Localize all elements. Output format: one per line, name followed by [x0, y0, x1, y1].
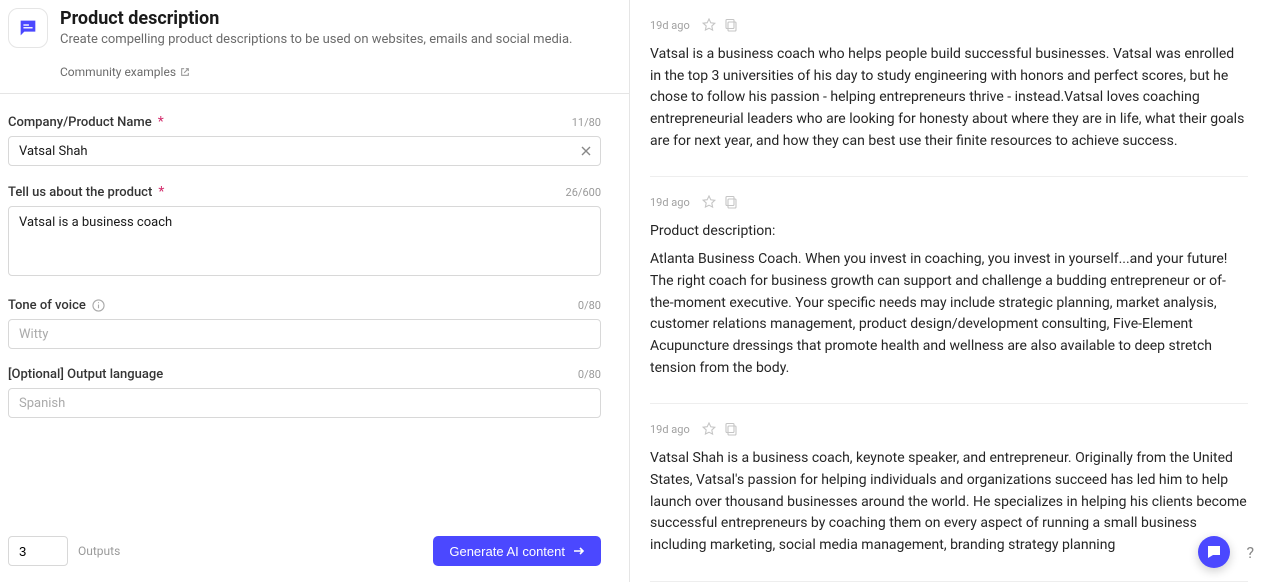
counter-about: 26/600 — [566, 186, 601, 199]
label-language: [Optional] Output language — [8, 367, 163, 382]
label-about: Tell us about the product — [8, 185, 152, 200]
star-icon[interactable] — [702, 422, 716, 436]
output-action-icons — [702, 195, 738, 209]
time-ago: 19d ago — [650, 19, 690, 32]
chat-help-icon — [1206, 544, 1222, 560]
label-tone: Tone of voice — [8, 298, 86, 313]
output-action-icons — [702, 422, 738, 436]
tone-input[interactable] — [8, 319, 601, 349]
divider — [0, 93, 629, 94]
counter-company: 11/80 — [572, 116, 601, 129]
field-tone: Tone of voice 0/80 — [8, 298, 601, 349]
output-text[interactable]: Product description:Atlanta Business Coa… — [650, 221, 1248, 379]
bottom-bar: Outputs Generate AI content — [8, 516, 601, 566]
output-text[interactable]: Vatsal Shah is a business coach, keynote… — [650, 448, 1248, 556]
copy-icon[interactable] — [724, 195, 738, 209]
output-item: 19d ago Product description:Atlanta Busin… — [650, 177, 1248, 404]
chat-bubble-icon — [17, 17, 39, 39]
about-textarea[interactable]: Vatsal is a business coach — [8, 206, 601, 276]
community-examples-link[interactable]: Community examples — [60, 65, 601, 79]
outputs-panel: 19d ago Vatsal is a business coach who he… — [630, 0, 1268, 582]
left-form-panel: Product description Create compelling pr… — [0, 0, 630, 582]
output-text[interactable]: Vatsal is a business coach who helps peo… — [650, 44, 1248, 152]
output-action-icons — [702, 18, 738, 32]
field-language: [Optional] Output language 0/80 — [8, 367, 601, 418]
label-company: Company/Product Name — [8, 115, 152, 130]
company-input[interactable] — [8, 136, 601, 166]
header-text: Product description Create compelling pr… — [60, 8, 601, 49]
community-label: Community examples — [60, 65, 176, 79]
generate-label: Generate AI content — [449, 544, 565, 559]
output-meta-row: 19d ago — [650, 18, 1248, 32]
time-ago: 19d ago — [650, 423, 690, 436]
info-icon[interactable] — [92, 299, 105, 312]
counter-language: 0/80 — [578, 368, 601, 381]
field-company: Company/Product Name * 11/80 — [8, 114, 601, 166]
field-about: Tell us about the product * 26/600 Vatsa… — [8, 184, 601, 280]
output-item: 19d ago Vatsal Shah is a business coach, … — [650, 404, 1248, 581]
page-title: Product description — [60, 8, 601, 29]
copy-icon[interactable] — [724, 422, 738, 436]
counter-tone: 0/80 — [578, 299, 601, 312]
header: Product description Create compelling pr… — [8, 8, 601, 57]
required-marker: * — [158, 184, 164, 200]
external-link-icon — [180, 67, 190, 77]
output-count-input[interactable] — [8, 536, 68, 566]
language-input[interactable] — [8, 388, 601, 418]
page-subtitle: Create compelling product descriptions t… — [60, 31, 601, 49]
arrow-right-icon — [573, 546, 585, 556]
star-icon[interactable] — [702, 195, 716, 209]
output-item: 19d ago Vatsal is a business coach who he… — [650, 0, 1248, 177]
output-meta-row: 19d ago — [650, 195, 1248, 209]
outputs-label: Outputs — [78, 544, 120, 558]
output-meta-row: 19d ago — [650, 422, 1248, 436]
clear-input-icon[interactable] — [579, 144, 593, 158]
copy-icon[interactable] — [724, 18, 738, 32]
prompt-logo — [8, 8, 48, 48]
help-chat-button[interactable] — [1198, 536, 1230, 568]
required-marker: * — [158, 114, 164, 130]
star-icon[interactable] — [702, 18, 716, 32]
generate-button[interactable]: Generate AI content — [433, 536, 601, 566]
help-question-mark[interactable]: ? — [1246, 543, 1254, 562]
time-ago: 19d ago — [650, 196, 690, 209]
